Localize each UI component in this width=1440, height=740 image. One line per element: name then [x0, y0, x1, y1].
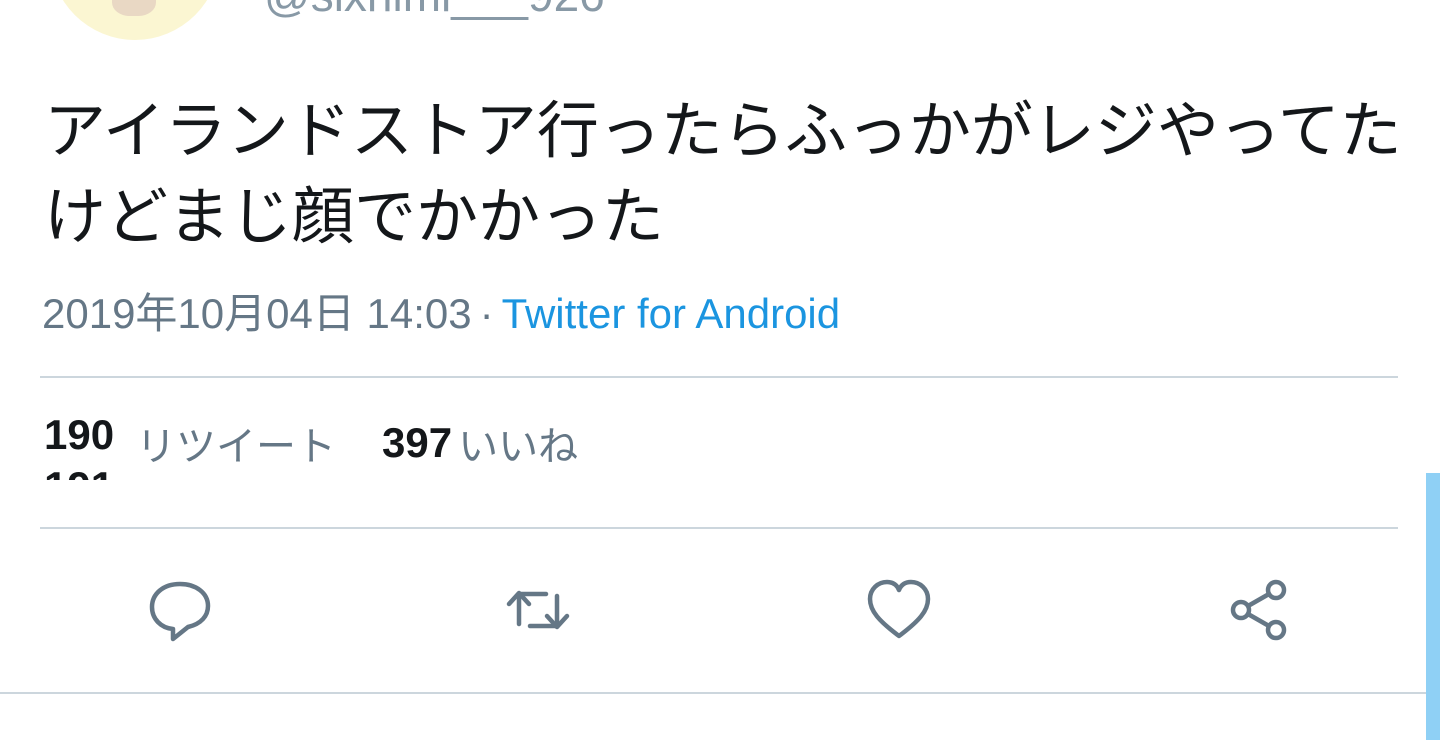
divider [40, 527, 1398, 529]
retweet-count-current: 190 [44, 411, 115, 458]
tweet-text: アイランドストア行ったらふっかがレジやってたけどまじ顔でかかった [44, 94, 1402, 253]
retweet-count[interactable]: 190 191 [44, 405, 130, 480]
tweet-stats: 190 191 リツイート 397 いいね [44, 405, 624, 480]
like-label[interactable]: いいね [458, 414, 578, 472]
avatar[interactable] [50, 0, 220, 40]
reply-icon[interactable] [148, 578, 212, 642]
retweet-count-next: 191 [44, 463, 114, 480]
tweet-detail-screen: @sixhiml___926 アイランドストア行ったらふっかがレジやってたけどま… [0, 0, 1440, 740]
client-link[interactable]: Twitter for Android [502, 290, 840, 337]
avatar-figure [112, 0, 156, 16]
tweet-meta: 2019年10月04日 14:03 · Twitter for Android [42, 280, 840, 341]
retweet-icon[interactable] [506, 578, 570, 642]
share-icon[interactable] [1228, 578, 1292, 642]
scrollbar[interactable] [1426, 473, 1440, 740]
divider [40, 376, 1398, 378]
tweet-timestamp[interactable]: 2019年10月04日 14:03 [42, 290, 472, 337]
meta-separator: · [479, 290, 494, 337]
retweet-label[interactable]: リツイート [136, 414, 336, 472]
like-icon[interactable] [867, 578, 931, 642]
user-handle[interactable]: @sixhiml___926 [264, 0, 605, 22]
divider [0, 692, 1440, 694]
like-count[interactable]: 397 [382, 419, 452, 467]
